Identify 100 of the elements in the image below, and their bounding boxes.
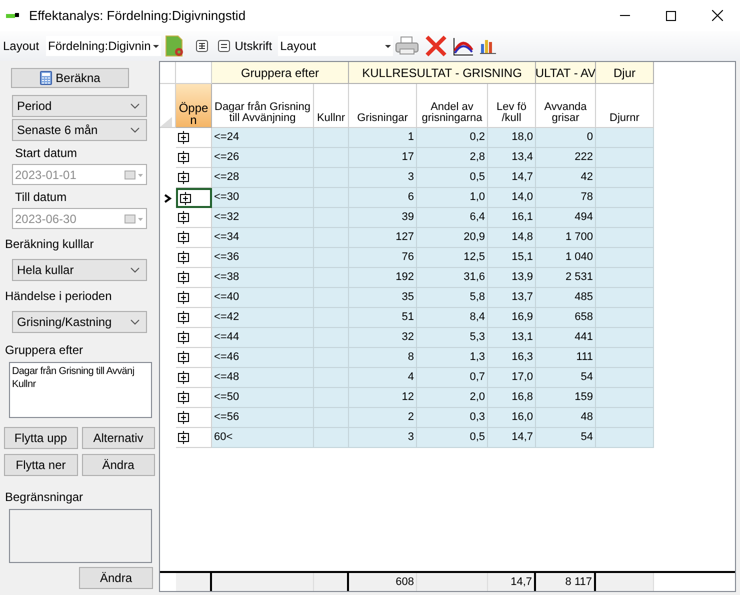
table-cell: 0,7 [417,368,488,388]
table-cell: 13,1 [488,328,536,348]
table-cell: 5,8 [417,288,488,308]
expand-icon[interactable] [178,311,189,324]
table-cell: 14,7 [488,428,536,448]
group-by-label: Gruppera efter [5,342,84,360]
table-cell: 76 [349,248,417,268]
expand-icon[interactable] [180,192,191,204]
expand-icon[interactable] [178,391,189,404]
table-cell: 5,3 [417,328,488,348]
table-cell: 42 [536,168,596,188]
calculate-button[interactable]: Beräkna [11,68,129,88]
expand-icon[interactable] [178,251,189,264]
table-cell: 16,0 [488,408,536,428]
table-cell [596,168,654,188]
button[interactable]: Ändra [82,454,155,476]
bar-chart-icon[interactable] [480,38,496,54]
expand-icon[interactable] [178,291,189,304]
table-cell: <=34 [212,228,314,248]
table-cell [314,188,349,208]
table-cell: 16,3 [488,348,536,368]
table-cell: <=40 [212,288,314,308]
table-cell: <=38 [212,268,314,288]
limits-list[interactable] [9,508,152,563]
table-cell: 658 [536,308,596,328]
group-by-list[interactable]: Dagar från Grisning till Avvänj Kullnr [9,362,152,418]
layout-label: Layout [3,38,40,55]
table-cell: <=32 [212,208,314,228]
table-cell [314,348,349,368]
table-cell: 1,0 [417,188,488,208]
table-cell [596,228,654,248]
table-cell [596,148,654,168]
table-cell: 17 [349,148,417,168]
table-cell: 1,3 [417,348,488,368]
expand-icon[interactable] [178,411,189,424]
expand-icon[interactable] [178,431,189,444]
table-cell [314,148,349,168]
expand-icon[interactable] [178,271,189,284]
button[interactable]: Flytta ner [4,454,78,476]
table-cell [314,128,349,148]
table-cell: 16,1 [488,208,536,228]
button[interactable]: Ändra [79,567,153,589]
range-dropdown[interactable]: Senaste 6 mån [12,119,147,142]
start-date-label: Start datum [15,145,78,162]
table-cell [314,168,349,188]
table-cell [596,368,654,388]
button[interactable]: Flytta upp [4,426,78,449]
table-cell: 8 [349,348,417,368]
table-cell [596,208,654,228]
footer-cell [596,573,654,591]
chevron-down-icon [130,267,140,274]
column-header[interactable]: Öppen [176,84,212,128]
gear-document-icon[interactable] [164,34,186,58]
column-group-header: KULLRESULTAT - GRISNING [349,62,536,84]
table-cell: <=44 [212,328,314,348]
expand-icon[interactable] [178,151,189,164]
chevron-down-icon [130,319,140,326]
table-cell: 18,0 [488,128,536,148]
table-cell: 1 [349,128,417,148]
expand-icon[interactable] [178,351,189,364]
calendar-icon [124,170,144,180]
button[interactable]: Alternativ [82,426,155,449]
limits-label: Begränsningar [5,488,84,506]
table-cell: 485 [536,288,596,308]
table-cell: 54 [536,368,596,388]
expand-cell[interactable] [176,188,212,208]
printer-icon[interactable] [395,36,420,56]
expand-all-icon[interactable] [196,40,208,52]
expand-icon[interactable] [178,211,189,224]
table-cell [314,388,349,408]
table-cell [596,248,654,268]
table-cell: 14,0 [488,188,536,208]
caret-icon [152,44,159,48]
expand-icon[interactable] [178,131,189,144]
table-cell: <=24 [212,128,314,148]
print-template-dropdown[interactable]: Layout [278,36,394,56]
expand-icon[interactable] [178,171,189,184]
period-dropdown[interactable]: Period [12,95,147,118]
view-dropdown[interactable]: Fördelning:Digivnin [46,36,161,56]
footer-cell [417,573,488,591]
collapse-all-icon[interactable] [218,40,230,52]
curve-chart-icon[interactable] [452,36,474,56]
table-cell: 8,4 [417,308,488,328]
expand-icon[interactable] [178,371,189,384]
litter-calculation-dropdown[interactable]: Hela kullar [12,259,147,282]
table-cell: 32 [349,328,417,348]
table-cell: 78 [536,188,596,208]
table-cell: 15,1 [488,248,536,268]
list-item[interactable]: Kullnr [12,378,36,392]
list-item[interactable]: Dagar från Grisning till Avvänj [12,365,134,378]
expand-icon[interactable] [178,231,189,244]
table-cell: 14,7 [488,168,536,188]
minimize-icon [620,15,630,16]
table-cell: <=42 [212,308,314,328]
column-group-header: Djur [596,62,654,84]
table-cell [314,308,349,328]
delete-icon[interactable] [425,35,448,57]
event-dropdown[interactable]: Grisning/Kastning [12,311,147,334]
expand-icon[interactable] [178,331,189,344]
table-cell: 13,9 [488,268,536,288]
